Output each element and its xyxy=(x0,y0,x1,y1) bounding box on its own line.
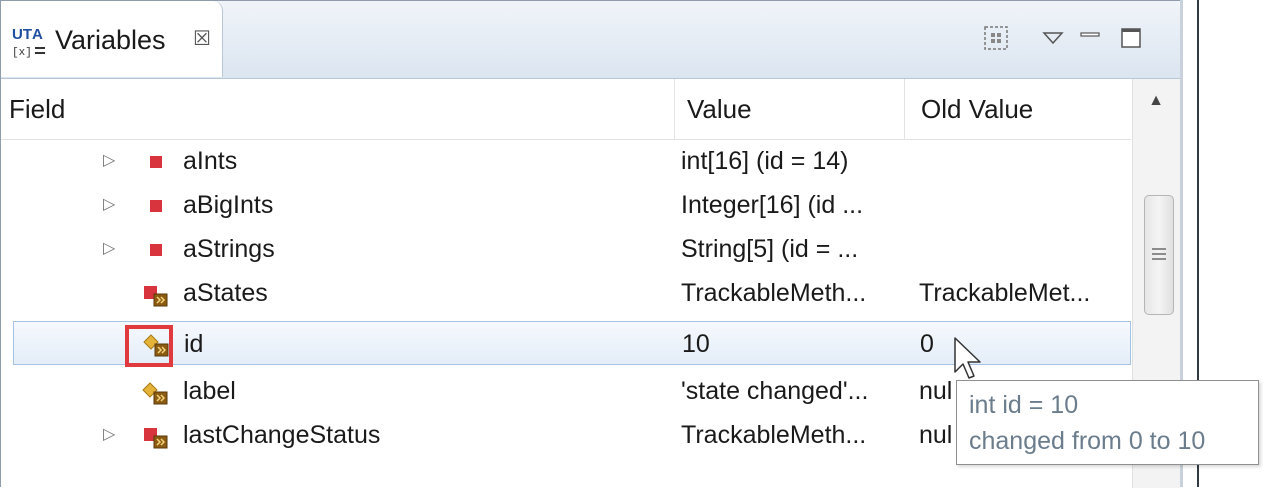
table-header: Field Value Old Value xyxy=(1,79,1131,140)
field-private-icon xyxy=(150,156,162,168)
field-name: aInts xyxy=(183,147,238,175)
scroll-grip-line xyxy=(1152,258,1166,260)
field-name: id xyxy=(184,330,204,358)
field-name: lastChangeStatus xyxy=(183,421,381,449)
table-row[interactable]: ▷ aStrings String[5] (id = ... xyxy=(1,227,1131,271)
table-row[interactable]: ▷ aBigInts Integer[16] (id ... xyxy=(1,183,1131,227)
value-cell: TrackableMeth... xyxy=(681,279,867,307)
value-cell: 10 xyxy=(682,330,710,358)
uta-variables-icon: UT A [x] xyxy=(12,26,45,59)
value-cell: TrackableMeth... xyxy=(681,421,867,449)
field-protected-changed-icon xyxy=(142,382,168,405)
expand-arrow-icon[interactable]: ▷ xyxy=(103,227,115,271)
table-row[interactable]: aStates TrackableMeth... TrackableMet... xyxy=(1,271,1131,315)
maximize-icon[interactable] xyxy=(1118,25,1144,51)
tab-variables[interactable]: UT A [x] Variables ☒ xyxy=(1,1,223,77)
value-cell: int[16] (id = 14) xyxy=(681,147,849,175)
close-tab-icon[interactable]: ☒ xyxy=(193,29,211,49)
field-name: aBigInts xyxy=(183,191,274,219)
value-cell: String[5] (id = ... xyxy=(681,235,859,263)
tab-title: Variables xyxy=(55,25,166,55)
old-value-cell: TrackableMet... xyxy=(919,279,1091,307)
old-value-cell xyxy=(919,183,1131,227)
tooltip-line-1: int id = 10 xyxy=(969,391,1079,419)
expand-arrow-icon[interactable]: ▷ xyxy=(103,413,115,457)
scroll-thumb[interactable] xyxy=(1144,195,1174,315)
old-value-cell xyxy=(919,139,1131,183)
value-cell: Integer[16] (id ... xyxy=(681,191,864,219)
expand-arrow-icon[interactable]: ▷ xyxy=(103,183,115,227)
svg-text:A: A xyxy=(32,26,43,43)
column-header-old-value[interactable]: Old Value xyxy=(904,79,1131,139)
scroll-up-arrow-icon[interactable]: ▲ xyxy=(1133,83,1179,123)
scroll-grip-line xyxy=(1152,253,1166,255)
value-cell: 'state changed'... xyxy=(681,377,869,405)
field-private-changed-icon xyxy=(144,286,168,307)
mouse-pointer-icon xyxy=(954,337,981,379)
field-name: label xyxy=(183,377,236,405)
svg-text:[x]: [x] xyxy=(12,47,32,59)
scroll-grip-icon xyxy=(1152,248,1166,250)
column-header-field[interactable]: Field xyxy=(1,79,674,139)
layout-icon[interactable] xyxy=(983,25,1009,51)
field-name: aStates xyxy=(183,279,268,307)
field-private-changed-icon xyxy=(144,428,168,449)
field-private-icon xyxy=(150,200,162,212)
column-header-value[interactable]: Value xyxy=(674,79,904,139)
old-value-cell: 0 xyxy=(920,330,934,358)
table-row[interactable]: ▷ aInts int[16] (id = 14) xyxy=(1,139,1131,183)
minimize-icon[interactable] xyxy=(1077,25,1103,51)
view-tab-bar: UT A [x] Variables ☒ xyxy=(1,1,1180,79)
old-value-cell xyxy=(919,227,1131,271)
view-menu-icon[interactable] xyxy=(1040,25,1066,51)
field-name: aStrings xyxy=(183,235,275,263)
icon-highlight-box xyxy=(125,325,173,367)
tooltip-line-2: changed from 0 to 10 xyxy=(969,427,1206,455)
field-private-icon xyxy=(150,244,162,256)
svg-text:UT: UT xyxy=(12,26,32,43)
variable-tooltip: int id = 10 changed from 0 to 10 xyxy=(956,380,1259,465)
expand-arrow-icon[interactable]: ▷ xyxy=(103,139,115,183)
